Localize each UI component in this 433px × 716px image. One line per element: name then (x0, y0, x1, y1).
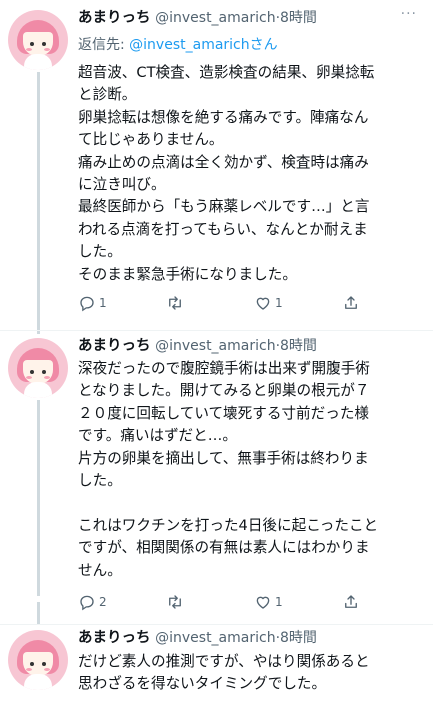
reply-context: 返信先: @invest_amarichさん (78, 34, 278, 54)
tweet[interactable]: あまりっち @invest_amarich·8時間 だけど素人の推測ですが、やは… (0, 624, 433, 716)
tweet-header: あまりっち @invest_amarich·8時間 (78, 8, 317, 28)
tweet-text: だけど素人の推測ですが、やはり関係あると 思わざるを得ないタイミングでした。 (78, 651, 418, 696)
retweet-icon (169, 296, 181, 310)
timestamp[interactable]: ·8時間 (276, 10, 317, 26)
heart-icon (256, 297, 270, 310)
like-count: 1 (275, 296, 283, 310)
user-handle[interactable]: @invest_amarich (155, 338, 275, 354)
tweet-line: に泣き叫び。 (78, 176, 166, 194)
reply-count: 1 (99, 296, 107, 310)
tweet-header: あまりっち @invest_amarich·8時間 (78, 628, 317, 648)
tweet-line: ですが、相関関係の有無は素人にはわかりま (78, 539, 370, 557)
tweet-line: となりました。開けてみると卵巣の根元が７ (78, 382, 370, 400)
tweet[interactable]: あまりっち @invest_amarich·8時間 ··· 返信先: @inve… (0, 0, 433, 330)
share-icon (345, 595, 357, 608)
tweet-line: せん。 (78, 561, 122, 579)
action-bar: 2 1 (78, 592, 368, 612)
tweet-text: 超音波、CT検査、造影検査の結果、卵巣捻転 と診断。 卵巣捻転は想像を絶する痛み… (78, 62, 418, 286)
reply-icon (80, 595, 94, 611)
timestamp[interactable]: ·8時間 (276, 630, 317, 646)
tweet-line: した。 (78, 243, 122, 261)
tweet[interactable]: あまりっち @invest_amarich·8時間 深夜だったので腹腔鏡手術は出… (0, 330, 433, 611)
tweet-line: 超音波、CT検査、造影検査の結果、卵巣捻転 (78, 64, 375, 81)
tweet-line: ２０度に回転していて壊死する寸前だった様 (78, 404, 370, 422)
tweet-line: 深夜だったので腹腔鏡手術は出来ず開腹手術 (78, 360, 370, 377)
share-button[interactable] (342, 293, 360, 313)
tweet-header: あまりっち @invest_amarich·8時間 (78, 336, 317, 356)
more-icon[interactable]: ··· (401, 6, 417, 22)
tweet-line: われる点滴を打ってもらい、なんとか耐えま (78, 220, 368, 238)
tweet-line: した。 (78, 472, 122, 490)
avatar[interactable] (8, 10, 68, 70)
reply-count: 2 (99, 595, 107, 609)
tweet-line: て比じゃありません。 (78, 131, 224, 149)
retweet-icon (169, 595, 181, 609)
user-handle[interactable]: @invest_amarich (155, 630, 275, 646)
tweet-line (78, 492, 418, 514)
retweet-button[interactable] (166, 293, 187, 313)
thread-line (37, 602, 40, 624)
like-button[interactable]: 1 (254, 293, 283, 313)
tweet-line: そのまま緊急手術になりました。 (78, 265, 297, 283)
share-icon (345, 296, 357, 309)
reply-mention-link[interactable]: @invest_amarichさん (129, 37, 277, 53)
display-name[interactable]: あまりっち (78, 630, 151, 646)
avatar[interactable] (8, 630, 68, 690)
tweet-line: これはワクチンを打った4日後に起こったこと (78, 516, 379, 534)
heart-icon (256, 596, 270, 609)
reply-prefix: 返信先: (78, 37, 130, 53)
tweet-line: 痛み止めの点滴は全く効かず、検査時は痛み (78, 153, 369, 171)
avatar[interactable] (8, 338, 68, 398)
retweet-button[interactable] (166, 592, 187, 612)
display-name[interactable]: あまりっち (78, 338, 151, 354)
timestamp[interactable]: ·8時間 (276, 338, 317, 354)
display-name[interactable]: あまりっち (78, 10, 151, 26)
reply-button[interactable]: 1 (78, 293, 107, 313)
tweet-text: 深夜だったので腹腔鏡手術は出来ず開腹手術 となりました。開けてみると卵巣の根元が… (78, 358, 418, 582)
reply-button[interactable]: 2 (78, 592, 107, 612)
user-handle[interactable]: @invest_amarich (155, 10, 275, 26)
tweet-line: 片方の卵巣を摘出して、無事手術は終わりま (78, 449, 369, 467)
action-bar: 1 1 (78, 293, 368, 313)
share-button[interactable] (342, 592, 360, 612)
like-count: 1 (275, 595, 283, 609)
tweet-line: と診断。 (78, 86, 137, 104)
tweet-line: 思わざるを得ないタイミングでした。 (78, 675, 327, 693)
tweet-line: 最終医師から「もう麻薬レベルです…」と言 (78, 198, 370, 216)
like-button[interactable]: 1 (254, 592, 283, 612)
tweet-line: だけど素人の推測ですが、やはり関係あると (78, 653, 370, 670)
tweet-line: です。痛いはずだと…。 (78, 427, 237, 445)
reply-icon (80, 296, 94, 312)
tweet-line: 卵巣捻転は想像を絶する痛みです。陣痛なん (78, 108, 369, 126)
